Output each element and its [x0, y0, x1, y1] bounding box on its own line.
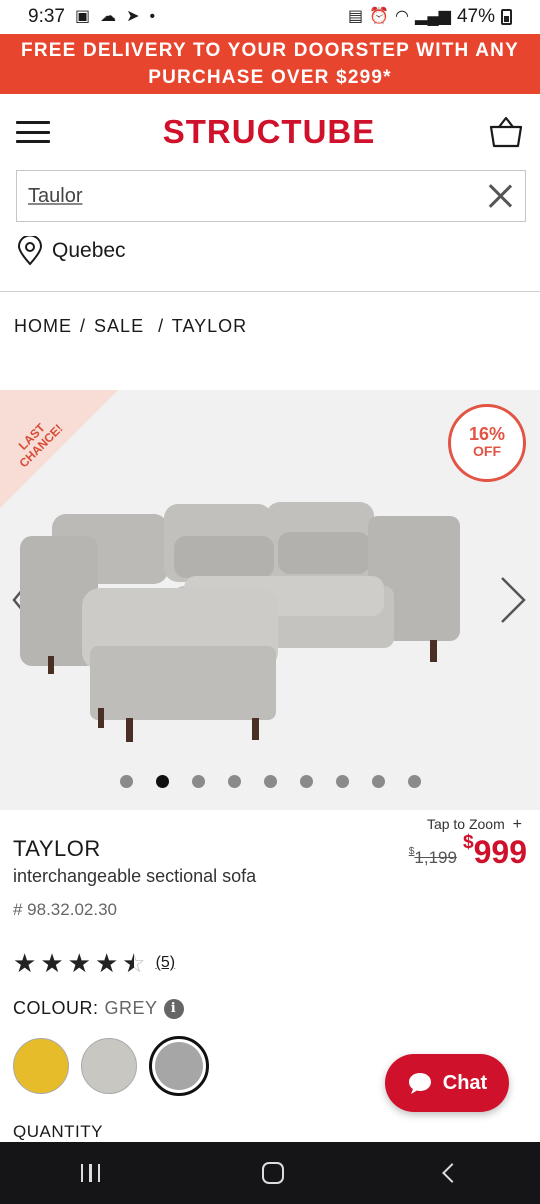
location-label: Quebec — [52, 239, 126, 262]
breadcrumb-separator: / — [158, 316, 165, 336]
colour-swatch-grey[interactable] — [149, 1036, 209, 1096]
alarm-icon: ⏰ — [369, 8, 390, 25]
colour-swatches — [13, 1036, 209, 1096]
product-name: TAYLOR — [13, 836, 101, 861]
status-time: 9:37 — [28, 6, 65, 27]
star-icon: ★ — [94, 948, 119, 978]
gallery-dot[interactable] — [119, 775, 133, 788]
price: $1,199 $999 — [408, 832, 527, 871]
product-sku: # 98.32.02.30 — [13, 900, 117, 919]
gallery-dot[interactable] — [191, 775, 205, 788]
product-gallery[interactable]: LAST CHANCE! 16% OFF — [0, 390, 540, 810]
next-image-arrow-icon[interactable] — [496, 570, 530, 630]
colour-label: COLOUR: GREY i — [13, 998, 184, 1019]
colour-value: GREY — [104, 998, 158, 1018]
star-icon: ★ — [13, 948, 37, 978]
gallery-dot[interactable] — [155, 775, 169, 788]
product-image-sofa — [20, 502, 460, 742]
gallery-dot[interactable] — [299, 775, 313, 788]
page: 9:37 ▣ ☁ ➤ • ▤ ⏰ ◠ ▂▄▆ 47% FREE DELIVERY… — [0, 0, 540, 1204]
gallery-icon: ▣ — [74, 8, 91, 25]
search-input[interactable] — [28, 184, 448, 208]
dot-icon: • — [149, 8, 156, 25]
quantity-label: QUANTITY — [13, 1122, 103, 1141]
store-location[interactable]: Quebec — [16, 236, 126, 266]
colour-swatch-light-grey[interactable] — [81, 1038, 137, 1094]
chat-label: Chat — [442, 1071, 488, 1094]
info-icon[interactable]: i — [163, 998, 184, 1019]
home-icon[interactable] — [261, 1162, 284, 1184]
menu-icon[interactable] — [16, 121, 50, 143]
cloud-icon: ☁ — [100, 8, 117, 25]
search-box — [16, 170, 526, 222]
gallery-dot[interactable] — [335, 775, 349, 788]
site-header: STRUCTUBE — [0, 94, 540, 170]
basket-icon[interactable] — [488, 114, 524, 150]
discount-percent: 16% — [468, 424, 506, 444]
recents-icon[interactable] — [80, 1164, 101, 1182]
breadcrumb-home[interactable]: HOME — [14, 316, 72, 336]
breadcrumb-separator: / — [80, 316, 87, 336]
tap-to-zoom[interactable]: Tap to Zoom + — [427, 816, 522, 834]
clear-search-icon[interactable] — [487, 183, 513, 209]
original-price: $1,199 — [408, 846, 457, 867]
back-icon[interactable] — [442, 1163, 463, 1183]
product-rating[interactable]: ★ ★ ★ ★ ☆★ (5) — [13, 950, 175, 976]
plus-icon: + — [512, 816, 522, 833]
system-nav-bar — [0, 1142, 540, 1204]
gallery-dot[interactable] — [407, 775, 421, 788]
wifi-icon: ◠ — [395, 8, 410, 25]
battery-percent: 47% — [456, 6, 495, 27]
breadcrumb-current: TAYLOR — [171, 316, 248, 336]
divider — [0, 291, 540, 292]
gallery-pagination — [0, 775, 540, 788]
discount-badge: 16% OFF — [448, 404, 526, 482]
signal-icon: ▂▄▆ — [415, 8, 451, 25]
location-pin-icon — [17, 236, 43, 266]
promo-banner[interactable]: FREE DELIVERY TO YOUR DOORSTEP WITH ANY … — [0, 34, 540, 94]
star-icon: ★ — [67, 948, 91, 978]
breadcrumb-sale[interactable]: SALE — [94, 316, 144, 336]
promo-text: FREE DELIVERY TO YOUR DOORSTEP WITH ANY … — [21, 40, 519, 88]
discount-off-label: OFF — [473, 443, 501, 459]
star-icon: ★ — [40, 948, 64, 978]
battery-icon — [501, 9, 512, 25]
logo[interactable]: STRUCTUBE — [163, 113, 376, 151]
status-bar: 9:37 ▣ ☁ ➤ • ▤ ⏰ ◠ ▂▄▆ 47% — [0, 0, 540, 34]
gallery-dot[interactable] — [263, 775, 277, 788]
chat-bubble-icon — [408, 1073, 431, 1094]
breadcrumb: HOME / SALE / TAYLOR — [14, 316, 249, 337]
colour-swatch-yellow[interactable] — [13, 1038, 69, 1094]
gallery-dot[interactable] — [371, 775, 385, 788]
nfc-icon: ▤ — [348, 8, 364, 25]
review-count[interactable]: (5) — [156, 954, 176, 972]
gallery-dot[interactable] — [227, 775, 241, 788]
chat-button[interactable]: Chat — [385, 1054, 509, 1112]
sale-price: $999 — [462, 832, 527, 870]
half-star-icon: ☆★ — [122, 948, 146, 978]
telegram-icon: ➤ — [126, 8, 140, 25]
product-subtitle: interchangeable sectional sofa — [13, 866, 257, 886]
